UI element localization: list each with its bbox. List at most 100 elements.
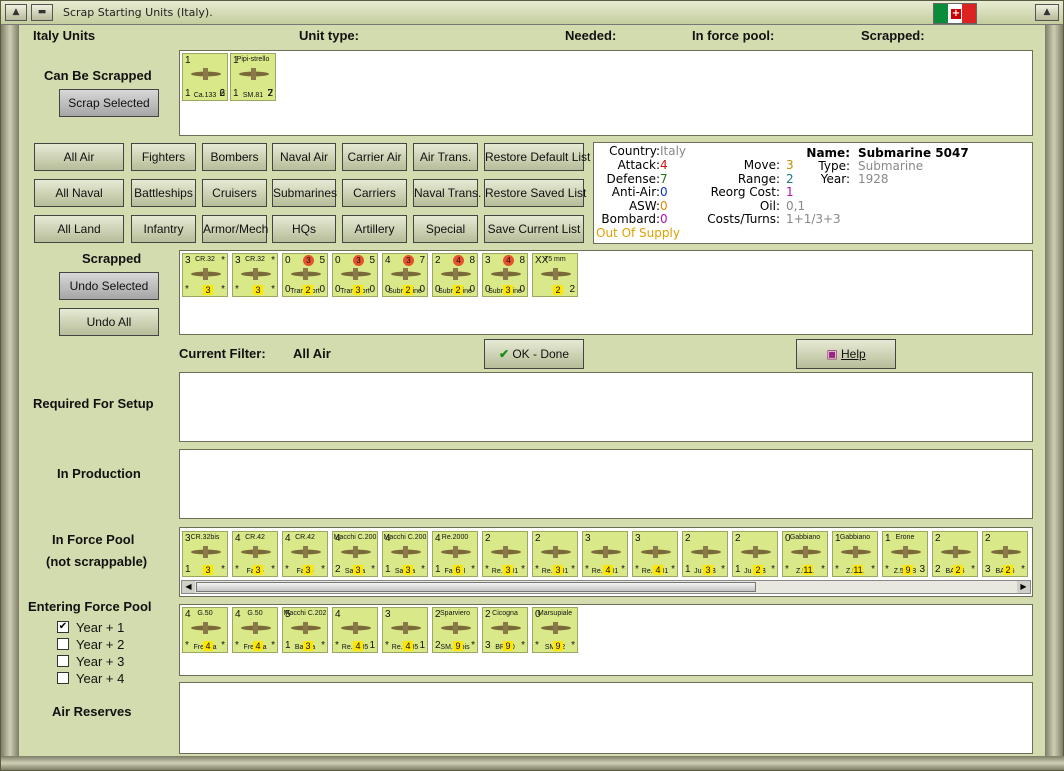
current-filter-label: Current Filter: — [179, 346, 266, 361]
year3-checkbox[interactable] — [57, 655, 69, 667]
undo-selected-button[interactable]: Undo Selected — [59, 272, 159, 300]
unit-counter[interactable]: 3 CR.32 * * 3 * — [232, 253, 278, 297]
counter-bottom-right: 2 — [267, 88, 273, 99]
scroll-right-icon[interactable]: ▶ — [1017, 581, 1030, 593]
cruisers-button[interactable]: Cruisers — [202, 179, 267, 207]
unit-counter[interactable]: 2Re.2001*3* — [532, 531, 578, 577]
unit-counter[interactable]: 3Re.2001*4* — [632, 531, 678, 577]
save-current-button[interactable]: Save Current List — [484, 215, 584, 243]
year2-checkbox[interactable] — [57, 638, 69, 650]
counter-bottom-left: 1 — [285, 640, 291, 651]
unit-counter[interactable]: 248Submarine020 — [432, 253, 478, 297]
armor-mech-button[interactable]: Armor/Mech — [202, 215, 268, 243]
scrapped-header-label: Scrapped: — [861, 28, 925, 43]
attack-value: 4 — [660, 158, 668, 172]
restore-saved-button[interactable]: Restore Saved List — [484, 179, 586, 207]
unit-counter[interactable]: 4CR.42Falco*3* — [232, 531, 278, 577]
unit-counter[interactable]: 348Submarine030 — [482, 253, 528, 297]
unit-counter[interactable]: 2CicognaBR.2039* — [482, 607, 528, 653]
counter-bottom-left: * — [535, 640, 539, 651]
unit-counter[interactable]: 035Transport020 — [282, 253, 328, 297]
unit-counter[interactable]: 035Transport030 — [332, 253, 378, 297]
scroll-left-icon[interactable]: ◀ — [182, 581, 195, 593]
unit-counter[interactable]: 3Re.2001*4* — [582, 531, 628, 577]
naval-air-button[interactable]: Naval Air — [272, 143, 336, 171]
unit-counter[interactable]: 2Re.2001*3* — [482, 531, 528, 577]
hqs-button[interactable]: HQs — [272, 215, 336, 243]
counter-bottom-right: * — [621, 564, 625, 575]
counter-top-right: 7 — [419, 255, 425, 266]
air-trans-button[interactable]: Air Trans. — [413, 143, 478, 171]
counter-bottom-left: 2 — [335, 564, 341, 575]
unit-counter[interactable]: 5Macchi C.202Baetta13* — [282, 607, 328, 653]
unit-silhouette-icon — [289, 267, 323, 281]
counter-bottom-right: * — [271, 640, 275, 651]
year1-checkbox[interactable]: ✔ — [57, 621, 69, 633]
force-pool-scrollbar[interactable]: ◀ ▶ — [181, 580, 1031, 594]
carriers-button[interactable]: Carriers — [342, 179, 407, 207]
scroll-thumb[interactable] — [196, 582, 756, 592]
unit-counter[interactable]: 4Macchi C.200Saetta23* — [332, 531, 378, 577]
unit-counter[interactable]: 1 Pipi-strello SM.81 1 7 2 — [230, 53, 276, 101]
restore-default-button[interactable]: Restore Default List — [484, 143, 590, 171]
artillery-button[interactable]: Artillery — [342, 215, 407, 243]
unit-counter[interactable]: 2BA.6522* — [932, 531, 978, 577]
help-button[interactable]: ▣ Help — [796, 339, 896, 369]
all-air-button[interactable]: All Air — [34, 143, 124, 171]
unit-counter[interactable]: 3 CR.32 * * 3 * — [182, 253, 228, 297]
unit-counter[interactable]: 3Re.2005*41 — [382, 607, 428, 653]
unit-counter[interactable]: 1 Ca.133 1 6 2 — [182, 53, 228, 101]
counter-bottom-left: 1 — [185, 88, 191, 99]
unit-counter[interactable]: XX 75 mm 2 2 — [532, 253, 578, 297]
undo-all-button[interactable]: Undo All — [59, 308, 159, 336]
unit-counter[interactable]: 4G.50Freccia*4* — [182, 607, 228, 653]
all-land-button[interactable]: All Land — [34, 215, 124, 243]
counter-cost: 4 — [403, 641, 413, 651]
unit-silhouette-icon — [389, 545, 423, 559]
fighters-button[interactable]: Fighters — [131, 143, 196, 171]
all-naval-button[interactable]: All Naval — [34, 179, 124, 207]
infantry-button[interactable]: Infantry — [131, 215, 196, 243]
submarines-button[interactable]: Submarines — [272, 179, 337, 207]
unit-counter[interactable]: 4G.50Freccia*4* — [232, 607, 278, 653]
unit-counter[interactable]: 3 CR.32bis 1 3 * — [182, 531, 228, 577]
unit-counter[interactable]: 4CR.42Falco*3* — [282, 531, 328, 577]
counter-bottom-right: * — [871, 564, 875, 575]
unit-silhouette-icon — [639, 545, 673, 559]
bombers-button[interactable]: Bombers — [202, 143, 267, 171]
unit-silhouette-icon — [439, 267, 473, 281]
scrap-selected-button[interactable]: Scrap Selected — [59, 89, 159, 117]
counter-attack: 3 — [485, 255, 491, 266]
system-menu-icon[interactable]: ▲ — [5, 4, 27, 21]
counter-name: Cicogna — [492, 610, 518, 617]
unit-counter[interactable]: 1GabbianoZ.501*11* — [832, 531, 878, 577]
unit-counter[interactable]: 2Ju 87B12* — [732, 531, 778, 577]
unit-counter[interactable]: 4Re.2000Falco I16* — [432, 531, 478, 577]
unit-counter[interactable]: 437Submarine020 — [382, 253, 428, 297]
counter-name: CR.42 — [245, 534, 265, 541]
unit-counter[interactable]: 0MarsupialeSM.82*9* — [532, 607, 578, 653]
unit-counter[interactable]: 2BA.6532* — [982, 531, 1028, 577]
unit-counter[interactable]: 4Macchi C.200Saetta13* — [382, 531, 428, 577]
unit-counter[interactable]: 1EroneZ.506B*93 — [882, 531, 928, 577]
carrier-air-button[interactable]: Carrier Air — [342, 143, 407, 171]
counter-cost: 2 — [303, 285, 313, 295]
year4-checkbox[interactable] — [57, 672, 69, 684]
close-icon[interactable]: ▲ — [1035, 4, 1059, 21]
unit-counter[interactable]: 4Re.2005*41 — [332, 607, 378, 653]
counter-cost: 3 — [253, 285, 263, 295]
unit-counter[interactable]: 0GabbianoZ.501*11* — [782, 531, 828, 577]
counter-name: Macchi C.200 — [383, 534, 427, 541]
minimize-icon[interactable]: ▬ — [31, 4, 53, 21]
counter-bottom-right: 0 — [319, 284, 325, 295]
special-button[interactable]: Special — [413, 215, 478, 243]
battleships-button[interactable]: Battleships — [131, 179, 196, 207]
counter-bottom-right: 3 — [919, 564, 925, 575]
unit-counter[interactable]: 2Ju 87B13* — [682, 531, 728, 577]
unit-silhouette-icon — [889, 545, 923, 559]
counter-bottom-left: 1 — [185, 564, 191, 575]
scrapped-panel: 3CR.32**3*3CR.32**3*035Transport020035Tr… — [179, 250, 1033, 335]
ok-done-button[interactable]: ✔ OK - Done — [484, 339, 584, 369]
naval-trans-button[interactable]: Naval Trans. — [413, 179, 481, 207]
unit-counter[interactable]: 2SparvieroSM.79bis29* — [432, 607, 478, 653]
